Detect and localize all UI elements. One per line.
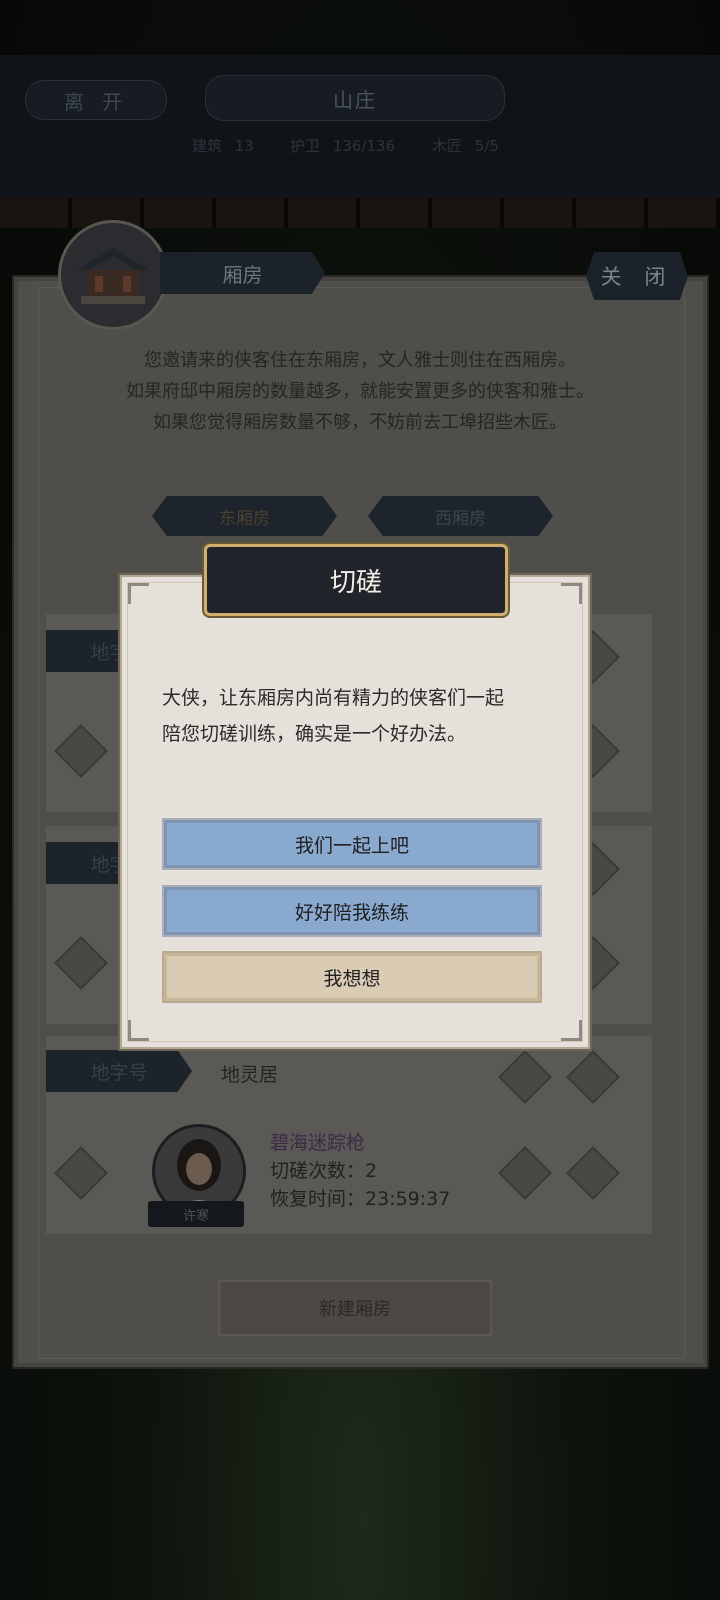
section-tag: 厢房 (160, 252, 325, 294)
corner-ornament (128, 583, 149, 604)
tab-west-wing[interactable]: 西厢房 (368, 496, 553, 536)
building-value: 13 (234, 137, 254, 155)
swap-icon[interactable] (566, 1050, 620, 1104)
recover-label: 恢复时间： (270, 1188, 366, 1210)
building-stat: 建筑 13 (192, 135, 254, 156)
house-icon (77, 248, 149, 304)
intro-text: 您邀请来的侠客住在东厢房，文人雅士则住在西厢房。 如果府邸中厢房的数量越多，就能… (40, 345, 680, 438)
room-tag: 地字号 (46, 1050, 192, 1092)
dialog-message-line: 大侠，让东厢房内尚有精力的侠客们一起 (162, 687, 505, 709)
room-card: 地字号 地灵居 碧海迷踪枪 切磋次数：2 恢复时间：23:59:37 (46, 1036, 652, 1234)
dialog-message-line: 陪您切磋训练，确实是一个好办法。 (162, 723, 467, 745)
option-think-about-it-button[interactable]: 我想想 (162, 951, 542, 1003)
wing-house-icon (58, 220, 168, 330)
carpenter-value: 5/5 (474, 137, 499, 155)
intro-line: 如果您觉得厢房数量不够，不妨前去工埠招些木匠。 (153, 412, 567, 433)
spar-count: 切磋次数：2 (270, 1156, 377, 1183)
tab-east-wing[interactable]: 东厢房 (152, 496, 337, 536)
spar-label: 切磋次数： (270, 1160, 366, 1182)
option-train-with-me-button[interactable]: 好好陪我练练 (162, 885, 542, 937)
option-label: 我想想 (323, 967, 381, 990)
recover-value: 23:59:37 (365, 1188, 451, 1210)
hero-technique: 碧海迷踪枪 (270, 1132, 366, 1154)
new-room-button[interactable]: 新建厢房 (218, 1280, 492, 1336)
intro-line: 如果府邸中厢房的数量越多，就能安置更多的侠客和雅士。 (126, 381, 594, 402)
option-label: 我们一起上吧 (294, 834, 409, 857)
train-icon[interactable] (498, 1146, 552, 1200)
recover-time: 恢复时间：23:59:37 (270, 1184, 450, 1211)
carpenter-stat: 木匠 5/5 (432, 135, 499, 156)
room-name: 地灵居 (221, 1064, 279, 1086)
exit-icon[interactable] (566, 1146, 620, 1200)
close-button[interactable]: 关 闭 (586, 252, 688, 300)
spar-value: 2 (365, 1160, 378, 1182)
guards-stat: 护卫 136/136 (290, 135, 395, 156)
dialog-message: 大侠，让东厢房内尚有精力的侠客们一起 陪您切磋训练，确实是一个好办法。 (162, 680, 547, 752)
corner-ornament (561, 583, 582, 604)
guards-label: 护卫 (290, 137, 321, 155)
option-all-together-button[interactable]: 我们一起上吧 (162, 818, 542, 870)
building-label: 建筑 (192, 137, 223, 155)
leave-button[interactable]: 离 开 (25, 80, 167, 120)
corner-ornament (128, 1020, 149, 1041)
intro-line: 您邀请来的侠客住在东厢房，文人雅士则住在西厢房。 (144, 350, 576, 371)
heart-icon[interactable] (54, 724, 108, 778)
carpenter-label: 木匠 (432, 137, 463, 155)
top-bar: 离 开 山庄 建筑 13 护卫 136/136 木匠 5/5 (0, 55, 720, 205)
option-label: 好好陪我练练 (294, 901, 409, 924)
guards-value: 136/136 (332, 137, 396, 155)
heart-icon[interactable] (54, 1146, 108, 1200)
dialog-title: 切磋 (204, 544, 508, 616)
hero-name: 许寒 (148, 1201, 244, 1227)
hammer-icon[interactable] (498, 1050, 552, 1104)
corner-ornament (561, 1020, 582, 1041)
heart-icon[interactable] (54, 936, 108, 990)
estate-title: 山庄 (205, 75, 505, 121)
